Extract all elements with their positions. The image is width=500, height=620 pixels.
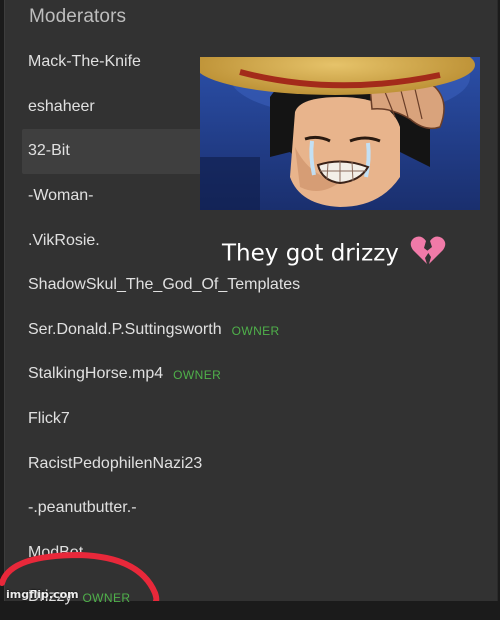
owner-badge: OWNER: [173, 368, 222, 383]
moderator-item[interactable]: Flick7: [22, 397, 242, 442]
moderator-item[interactable]: StalkingHorse.mp4 OWNER: [22, 352, 242, 397]
moderator-name: ShadowSkul_The_God_Of_Templates: [28, 276, 301, 294]
crying-anime-character-image: [200, 57, 480, 210]
imgflip-watermark: imgflip.com: [6, 588, 79, 601]
moderator-name: 32-Bit: [28, 142, 70, 160]
moderator-item-selected[interactable]: 32-Bit: [22, 129, 202, 174]
moderator-name: Ser.Donald.P.Suttingsworth: [28, 320, 222, 338]
moderator-name: -Woman-: [28, 187, 94, 205]
moderator-name: Mack-The-Knife: [28, 53, 141, 71]
broken-heart-icon: [410, 236, 446, 272]
meme-caption-text: They got drizzy: [222, 240, 399, 267]
moderator-name: eshaheer: [28, 97, 95, 115]
owner-badge: OWNER: [231, 323, 280, 338]
moderator-name: Flick7: [28, 410, 70, 428]
moderator-name: RacistPedophilenNazi23: [28, 454, 203, 472]
moderator-item[interactable]: Ser.Donald.P.Suttingsworth OWNER: [22, 308, 279, 353]
moderator-name: StalkingHorse.mp4: [28, 365, 164, 383]
moderator-item[interactable]: RacistPedophilenNazi23: [22, 441, 242, 486]
moderator-item[interactable]: ShadowSkul_The_God_Of_Templates: [22, 263, 300, 308]
moderator-item[interactable]: .VikRosie.: [22, 218, 242, 263]
meme-caption: They got drizzy: [222, 236, 446, 272]
moderator-name: .VikRosie.: [28, 231, 100, 249]
moderators-heading: Moderators: [29, 6, 127, 27]
moderator-item[interactable]: -.peanutbutter.-: [22, 486, 242, 531]
moderator-name: -.peanutbutter.-: [28, 499, 137, 517]
